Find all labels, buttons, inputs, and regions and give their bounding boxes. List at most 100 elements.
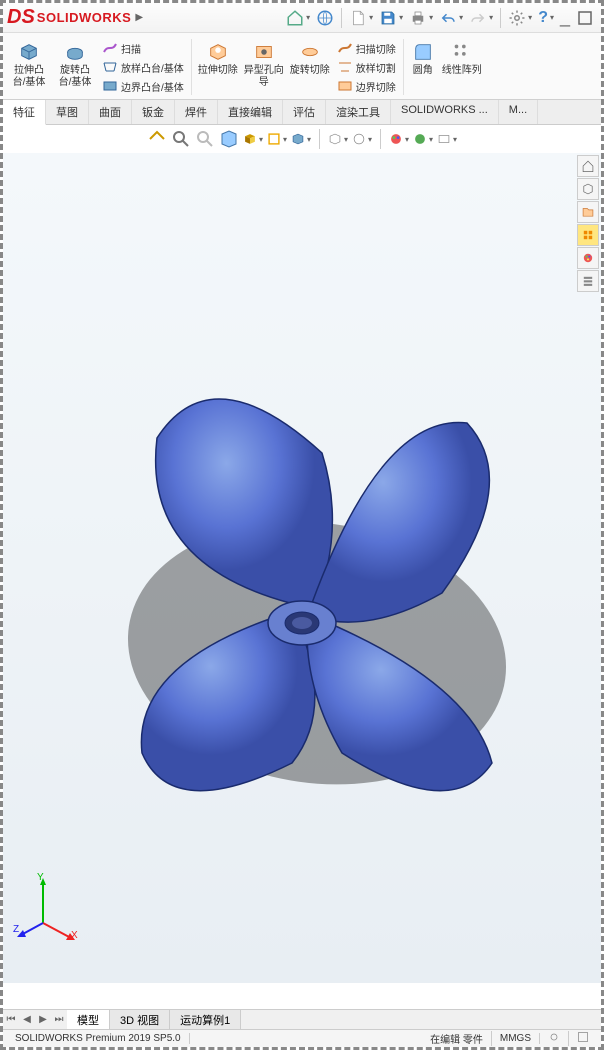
tab-nav-last[interactable]: ⏭ <box>51 1014 67 1025</box>
sweep-button[interactable]: 扫描 <box>99 39 187 57</box>
home-button[interactable]: ▾ <box>283 7 313 29</box>
fillet-label: 圆角 <box>413 65 433 77</box>
tab-evaluate[interactable]: 评估 <box>283 100 326 124</box>
zoom-area-button[interactable] <box>171 129 191 149</box>
app-logo: DS SOLIDWORKS ▶ <box>7 6 143 29</box>
maximize-button[interactable] <box>573 7 597 29</box>
boundary-cut-label: 边界切除 <box>356 79 396 94</box>
tab-surface[interactable]: 曲面 <box>89 100 132 124</box>
titlebar: DS SOLIDWORKS ▶ ▾ ▾ ▾ ▾ ▾ ▾ ▾ ?▾ _ <box>3 3 601 33</box>
tab-nav-first[interactable]: ⏮ <box>3 1014 19 1025</box>
status-expand-button[interactable] <box>569 1031 597 1046</box>
logo-glyph-icon: DS <box>7 6 35 29</box>
taskpane-appearance-button[interactable] <box>577 247 599 269</box>
model-propeller <box>72 333 532 813</box>
new-file-button[interactable]: ▾ <box>346 7 376 29</box>
tab-directedit[interactable]: 直接编辑 <box>218 100 283 124</box>
taskpane-home-button[interactable] <box>577 155 599 177</box>
sweep-cut-button[interactable]: 扫描切除 <box>334 39 399 57</box>
revolve-boss-label: 旋转凸台/基体 <box>55 65 95 89</box>
status-mode: 在编辑 零件 <box>422 1031 492 1046</box>
revolve-cut-button[interactable]: 旋转切除 <box>288 39 332 95</box>
ribbon: 拉伸凸台/基体 旋转凸台/基体 扫描 放样凸台/基体 边界凸台/基体 拉伸切除 … <box>3 33 601 100</box>
extrude-boss-icon <box>18 41 40 63</box>
hole-wizard-label: 异型孔向导 <box>244 65 284 89</box>
view-orientation-button[interactable]: ▾ <box>243 129 263 149</box>
app-menu-dropdown-icon[interactable]: ▶ <box>135 12 143 23</box>
ribbon-group-cut: 拉伸切除 异型孔向导 旋转切除 扫描切除 放样切割 边界切除 <box>196 39 404 95</box>
print-button[interactable]: ▾ <box>406 7 436 29</box>
pattern-label: 线性阵列 <box>442 65 482 77</box>
tab-sheetmetal[interactable]: 钣金 <box>132 100 175 124</box>
appearance-palette-button[interactable]: ▾ <box>389 129 409 149</box>
redo-button[interactable]: ▾ <box>466 7 496 29</box>
tab-sketch[interactable]: 草图 <box>46 100 89 124</box>
revolve-boss-button[interactable]: 旋转凸台/基体 <box>53 39 97 95</box>
loft-icon <box>102 59 118 75</box>
hole-wizard-button[interactable]: 异型孔向导 <box>242 39 286 95</box>
heads-up-toolbar: ▾ ▾ ▾ ▾ ▾ ▾ ▾ ▾ <box>3 125 601 153</box>
view-settings-button[interactable]: ▾ <box>437 129 457 149</box>
taskpane-explorer-button[interactable] <box>577 201 599 223</box>
loft-cut-label: 放样切割 <box>356 60 396 75</box>
web-button[interactable] <box>313 7 337 29</box>
tab-features[interactable]: 特征 <box>3 100 46 125</box>
linear-pattern-button[interactable]: 线性阵列 <box>440 39 484 95</box>
revolve-boss-icon <box>64 41 86 63</box>
minimize-button[interactable]: _ <box>557 5 573 30</box>
extrude-cut-button[interactable]: 拉伸切除 <box>196 39 240 95</box>
save-button[interactable]: ▾ <box>376 7 406 29</box>
help-button[interactable]: ?▾ <box>535 7 557 29</box>
boundary-label: 边界凸台/基体 <box>121 79 184 94</box>
section-view-button[interactable] <box>219 129 239 149</box>
boundary-button[interactable]: 边界凸台/基体 <box>99 77 187 95</box>
sweep-label: 扫描 <box>121 41 141 56</box>
bottom-tab-model[interactable]: 模型 <box>67 1010 110 1030</box>
scene-palette-button[interactable]: ▾ <box>413 129 433 149</box>
sweep-cut-icon <box>337 40 353 56</box>
ribbon-group-feature: 圆角 线性阵列 <box>408 39 488 95</box>
tab-weldment[interactable]: 焊件 <box>175 100 218 124</box>
boundary-cut-button[interactable]: 边界切除 <box>334 77 399 95</box>
tab-addins[interactable]: SOLIDWORKS ... <box>391 100 499 124</box>
undo-button[interactable]: ▾ <box>436 7 466 29</box>
tab-nav-next[interactable]: ▶ <box>35 1014 51 1025</box>
edit-appearance-button[interactable]: ▾ <box>328 129 348 149</box>
loft-button[interactable]: 放样凸台/基体 <box>99 58 187 76</box>
hide-show-button[interactable]: ▾ <box>291 129 311 149</box>
extrude-cut-icon <box>207 41 229 63</box>
zoom-fit-button[interactable] <box>147 129 167 149</box>
taskpane-library-button[interactable] <box>577 178 599 200</box>
triad-x-label: X <box>71 930 78 941</box>
tab-mbd[interactable]: M... <box>499 100 538 124</box>
sweep-icon <box>102 40 118 56</box>
tab-render[interactable]: 渲染工具 <box>326 100 391 124</box>
status-version: SOLIDWORKS Premium 2019 SP5.0 <box>7 1033 190 1044</box>
boundary-icon <box>102 78 118 94</box>
display-style-button[interactable]: ▾ <box>267 129 287 149</box>
configuration-tabs: ⏮ ◀ ▶ ⏭ 模型 3D 视图 运动算例1 <box>3 1009 601 1029</box>
apply-scene-button[interactable]: ▾ <box>352 129 372 149</box>
extrude-cut-label: 拉伸切除 <box>198 65 238 77</box>
graphics-viewport[interactable]: Y X Z <box>3 153 601 983</box>
options-button[interactable]: ▾ <box>505 7 535 29</box>
loft-cut-button[interactable]: 放样切割 <box>334 58 399 76</box>
loft-cut-icon <box>337 59 353 75</box>
bottom-tab-motion[interactable]: 运动算例1 <box>170 1010 241 1030</box>
revolve-cut-label: 旋转切除 <box>290 65 330 77</box>
triad-y-label: Y <box>37 872 44 883</box>
bottom-tab-3dview[interactable]: 3D 视图 <box>110 1010 170 1030</box>
pattern-icon <box>451 41 473 63</box>
extrude-boss-label: 拉伸凸台/基体 <box>9 65 49 89</box>
loft-label: 放样凸台/基体 <box>121 60 184 75</box>
status-units[interactable]: MMGS <box>492 1033 540 1044</box>
triad-z-label: Z <box>13 924 19 935</box>
previous-view-button[interactable] <box>195 129 215 149</box>
extrude-boss-button[interactable]: 拉伸凸台/基体 <box>7 39 51 95</box>
status-custom-button[interactable] <box>540 1031 569 1046</box>
taskpane-custom-button[interactable] <box>577 270 599 292</box>
taskpane-view-button[interactable] <box>577 224 599 246</box>
fillet-button[interactable]: 圆角 <box>408 39 438 95</box>
task-pane <box>577 155 599 292</box>
tab-nav-prev[interactable]: ◀ <box>19 1014 35 1025</box>
